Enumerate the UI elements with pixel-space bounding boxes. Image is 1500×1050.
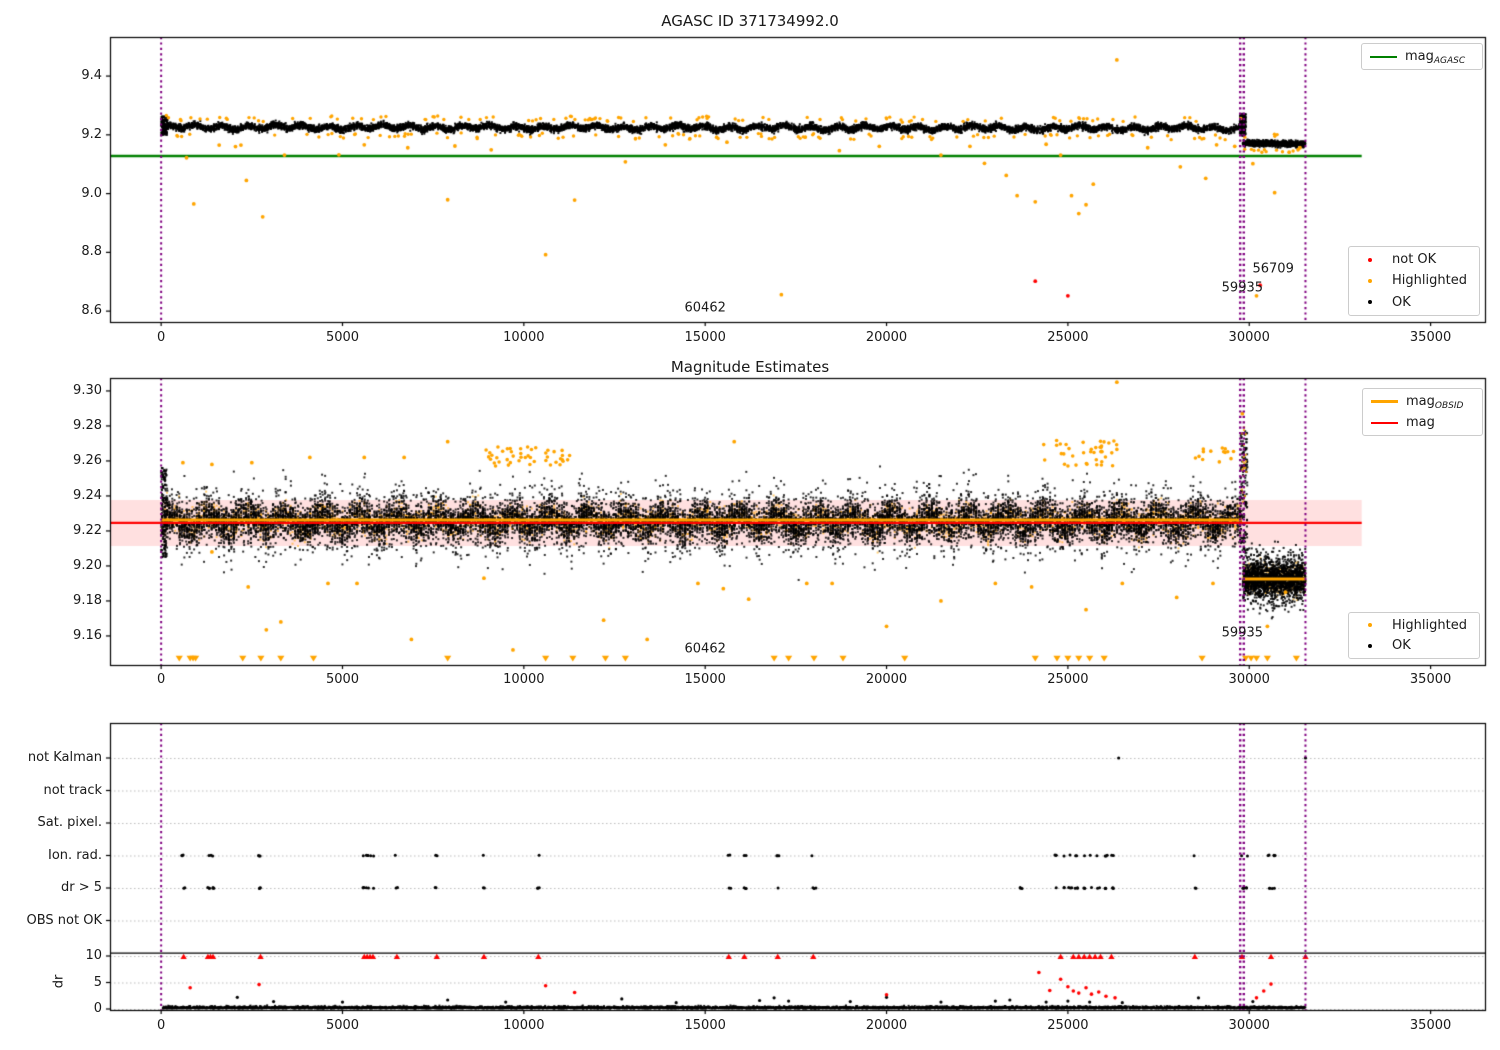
ok-label-2: OK [1392, 638, 1411, 654]
not-ok-label: not OK [1392, 252, 1437, 268]
x-tick-label: 25000 [1047, 330, 1089, 345]
x-tick-label: 25000 [1047, 1018, 1089, 1033]
plot2-title: Magnitude Estimates [670, 358, 830, 376]
dr-tick-label: 10 [85, 948, 102, 963]
y-tick-label: 9.18 [73, 592, 102, 608]
category-label: not Kalman [27, 750, 102, 765]
x-tick-label: 0 [157, 1018, 166, 1033]
x-tick-label: 15000 [684, 330, 726, 345]
dr-tick-label: 0 [93, 1001, 102, 1016]
x-tick-label: 10000 [503, 1018, 545, 1033]
y-tick-label: 9.26 [73, 452, 102, 468]
highlighted-label: Highlighted [1392, 273, 1467, 289]
x-tick-label: 20000 [865, 330, 908, 345]
obsid-annotation: 59935 [1221, 625, 1264, 641]
plot1-title: AGASC ID 371734992.0 [661, 12, 839, 30]
category-label: not track [43, 782, 102, 798]
x-tick-label: 0 [157, 330, 166, 345]
x-tick-label: 25000 [1047, 672, 1089, 687]
x-tick-label: 30000 [1228, 330, 1270, 345]
mag-obsid-label: magOBSID [1406, 394, 1464, 411]
obsid-annotation: 60462 [684, 641, 726, 657]
mag-agasc-label: magAGASC [1405, 49, 1466, 66]
obsid-annotation: 59935 [1221, 280, 1264, 296]
category-label: Ion. rad. [48, 847, 102, 863]
legend-row-highlighted: Highlighted [1355, 270, 1473, 291]
highlighted-dot-swatch [1355, 278, 1385, 283]
chart-canvas [0, 0, 1500, 1050]
y-tick-label: 8.6 [81, 303, 102, 319]
obsid-annotation: 60462 [684, 300, 726, 316]
y-tick-label: 9.2 [81, 126, 102, 142]
x-tick-label: 0 [157, 672, 166, 687]
plot2-marker-legend: Highlighted OK [1348, 612, 1480, 659]
y-tick-label: 9.16 [73, 627, 102, 643]
x-tick-label: 15000 [684, 672, 726, 687]
legend-row-highlighted-2: Highlighted [1355, 615, 1473, 636]
not-ok-dot-swatch [1355, 257, 1385, 262]
legend-row-not-ok: not OK [1355, 249, 1473, 270]
dr-axis-label: dr [51, 974, 67, 988]
x-tick-label: 35000 [1409, 330, 1452, 345]
mag-agasc-line-swatch [1368, 55, 1398, 58]
plot2-line-legend: magOBSID mag [1362, 388, 1483, 436]
plot1-line-legend: magAGASC [1361, 43, 1483, 70]
mag-label: mag [1406, 415, 1435, 430]
x-tick-label: 5000 [325, 1018, 360, 1033]
x-tick-label: 5000 [325, 672, 360, 687]
y-tick-label: 9.22 [73, 522, 102, 538]
x-tick-label: 20000 [865, 1018, 908, 1033]
highlighted-dot-swatch-2 [1355, 623, 1385, 628]
y-tick-label: 8.8 [81, 244, 102, 260]
y-tick-label: 9.4 [81, 68, 102, 84]
x-tick-label: 10000 [503, 672, 545, 687]
legend-row-ok-2: OK [1355, 636, 1473, 657]
category-label: dr > 5 [60, 880, 102, 895]
y-tick-label: 9.28 [73, 417, 102, 433]
legend-row-mag-agasc: magAGASC [1368, 46, 1476, 67]
legend-row-mag: mag [1369, 412, 1476, 433]
ok-dot-swatch-2 [1355, 643, 1385, 648]
ok-label: OK [1392, 294, 1411, 310]
x-tick-label: 20000 [865, 672, 908, 687]
y-tick-label: 9.24 [73, 487, 102, 503]
y-tick-label: 9.30 [73, 382, 102, 398]
y-tick-label: 9.20 [73, 557, 102, 573]
x-tick-label: 35000 [1409, 672, 1452, 687]
mag-obsid-line-swatch [1369, 400, 1399, 403]
category-label: OBS not OK [26, 912, 103, 928]
x-tick-label: 5000 [325, 330, 360, 345]
x-tick-label: 10000 [503, 330, 545, 345]
category-label: Sat. pixel. [37, 815, 102, 830]
ok-dot-swatch [1355, 300, 1385, 305]
legend-row-ok: OK [1355, 292, 1473, 313]
figure: AGASC ID 371734992.0 Magnitude Estimates… [0, 0, 1500, 1050]
x-tick-label: 30000 [1228, 672, 1270, 687]
y-tick-label: 9.0 [81, 185, 102, 201]
x-tick-label: 30000 [1228, 1018, 1270, 1033]
dr-tick-label: 5 [93, 974, 102, 990]
legend-row-mag-obsid: magOBSID [1369, 391, 1476, 412]
highlighted-label-2: Highlighted [1392, 617, 1467, 633]
obsid-annotation: 56709 [1252, 261, 1294, 277]
x-tick-label: 15000 [684, 1018, 726, 1033]
mag-line-swatch [1369, 421, 1399, 424]
x-tick-label: 35000 [1409, 1018, 1452, 1033]
plot1-marker-legend: not OK Highlighted OK [1348, 246, 1480, 316]
